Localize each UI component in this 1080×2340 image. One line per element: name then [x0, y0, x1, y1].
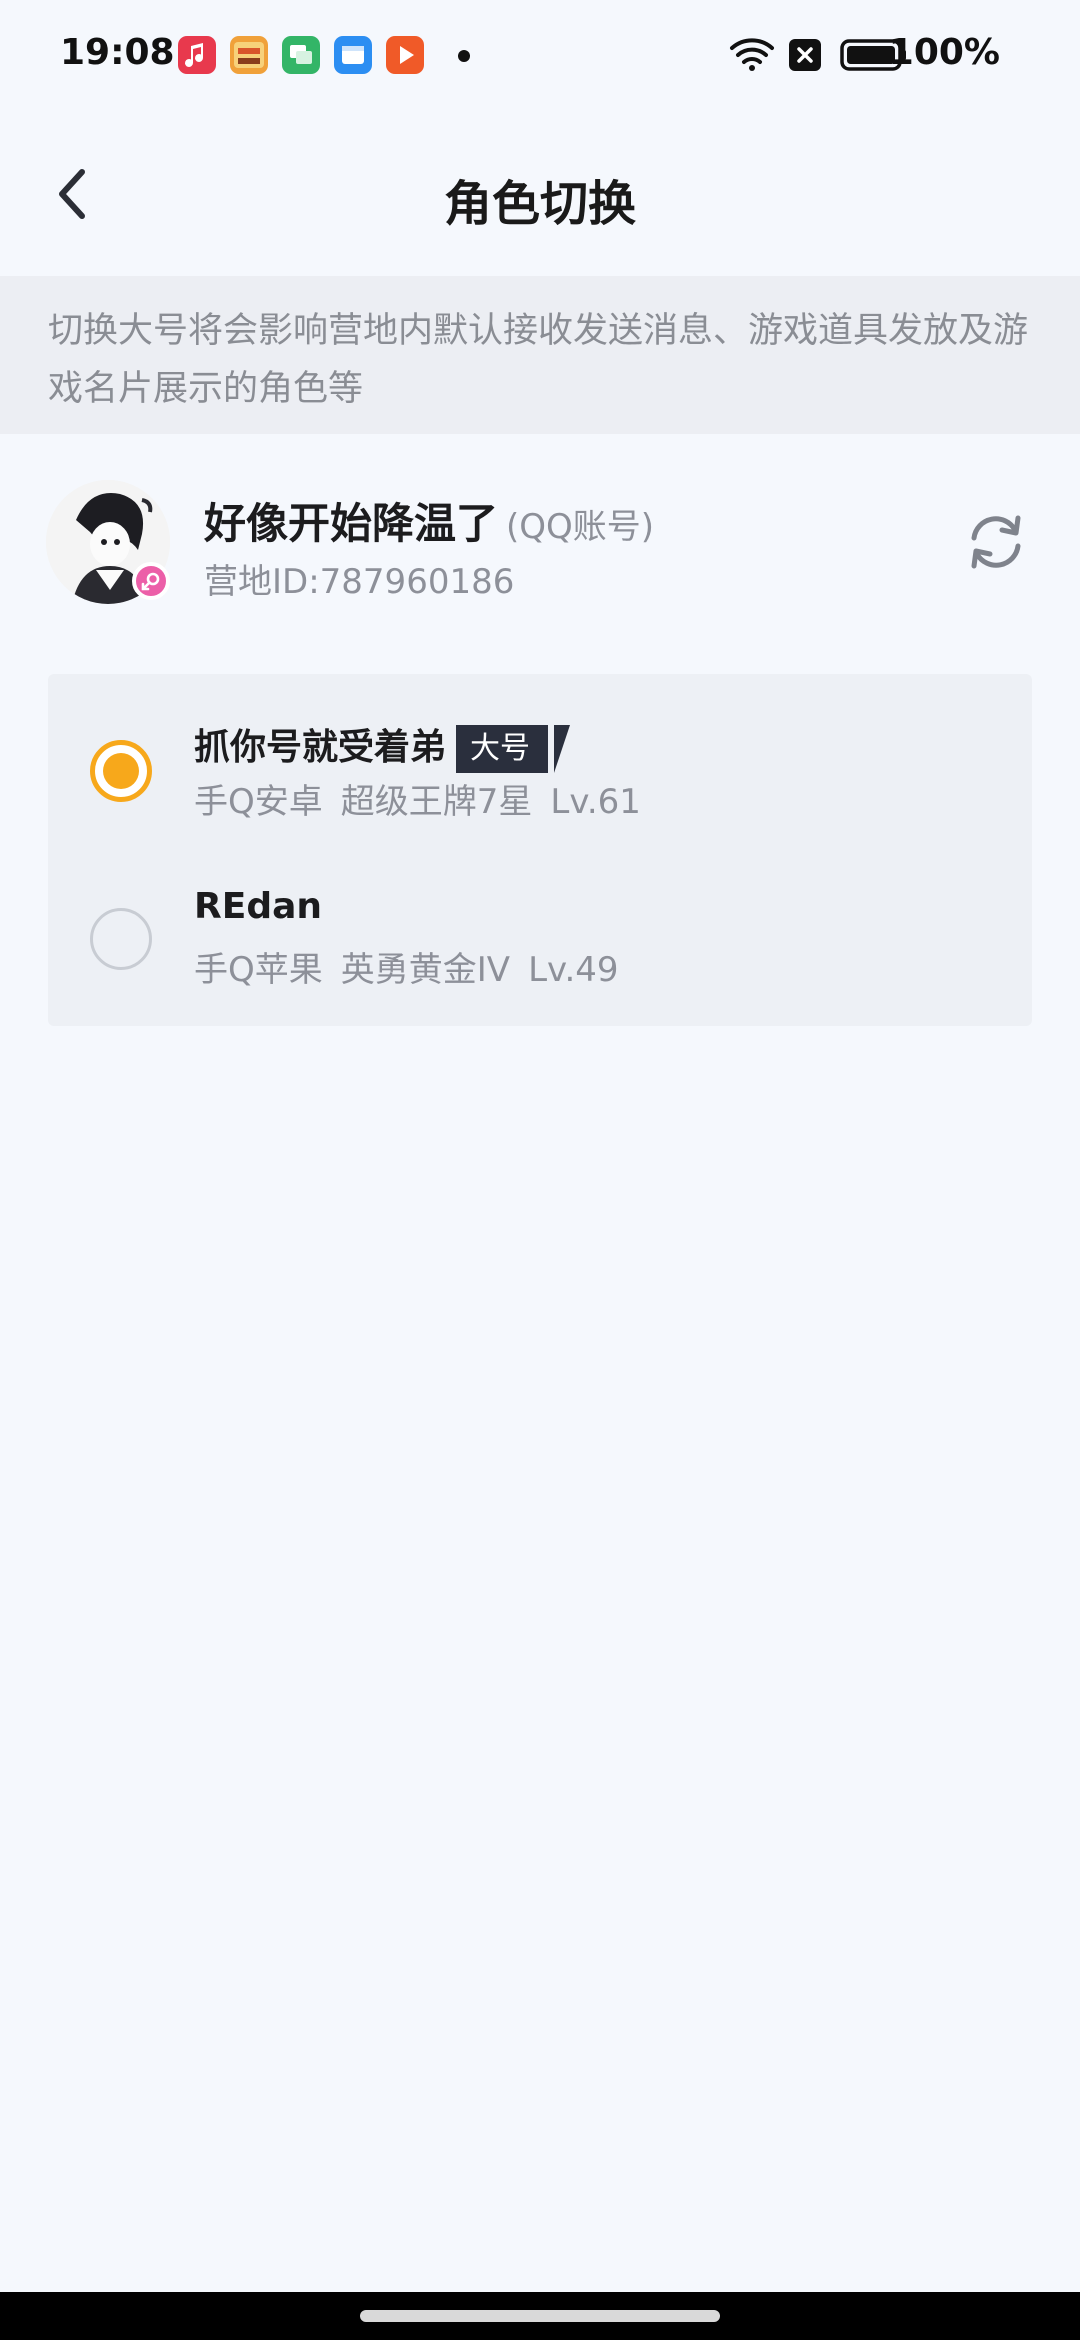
role-name-text: 抓你号就受着弟: [194, 727, 447, 768]
account-card: 好像开始降温了 (QQ账号) 营地ID:787960186: [0, 434, 1080, 644]
role-name: 抓你号就受着弟 大号: [194, 718, 571, 773]
home-indicator[interactable]: [360, 2310, 720, 2322]
wifi-icon: [730, 38, 774, 71]
notification-dot: [458, 50, 470, 62]
role-option-2[interactable]: REdan 手Q苹果 英勇黄金IV Lv.49: [48, 842, 1032, 1010]
role-rank: 英勇黄金IV: [340, 950, 511, 990]
radio-selected[interactable]: [90, 740, 152, 802]
switch-account-button[interactable]: [960, 506, 1032, 578]
nickname-text: 好像开始降温了: [204, 499, 499, 548]
role-level: Lv.49: [528, 950, 619, 990]
status-time: 19:08: [60, 32, 175, 73]
page-title: 角色切换: [443, 176, 636, 232]
role-platform: 手Q安卓: [194, 782, 323, 822]
battery-level: 100%: [888, 32, 1000, 73]
game-icon: [230, 36, 268, 74]
info-notice: 切换大号将会影响营地内默认接收发送消息、游戏道具发放及游戏名片展示的角色等: [0, 276, 1080, 434]
refresh-icon: [971, 515, 1021, 569]
account-nickname: 好像开始降温了 (QQ账号): [204, 490, 654, 551]
role-platform: 手Q苹果: [194, 950, 323, 990]
role-name: REdan: [194, 886, 323, 927]
video-icon: [386, 36, 424, 74]
notice-text: 切换大号将会影响营地内默认接收发送消息、游戏道具发放及游戏名片展示的角色等: [48, 311, 1029, 409]
system-nav-bar: [0, 2292, 1080, 2340]
page-header: 角色切换: [0, 112, 1080, 276]
music-icon: [178, 36, 216, 74]
files-icon: [334, 36, 372, 74]
role-list: 抓你号就受着弟 大号 手Q安卓 超级王牌7星 Lv.61 REdan 手Q苹果 英勇黄金…: [48, 674, 1032, 1026]
no-sim-icon: [789, 39, 821, 71]
camp-id: 营地ID:787960186: [204, 562, 515, 602]
role-switch-screen: 19:08 100% 角色切换 切换大号将会影响营地内默认接收发送消息、游戏道具…: [0, 0, 1080, 2340]
role-meta: 手Q安卓 超级王牌7星 Lv.61: [194, 774, 659, 823]
role-level: Lv.61: [550, 782, 641, 822]
role-meta: 手Q苹果 英勇黄金IV Lv.49: [194, 942, 637, 991]
gender-female-icon: [132, 562, 170, 600]
account-type: (QQ账号): [506, 507, 655, 547]
status-bar: 19:08 100%: [0, 0, 1080, 112]
role-rank: 超级王牌7星: [340, 782, 533, 822]
radio-unselected[interactable]: [90, 908, 152, 970]
main-account-badge: 大号: [456, 725, 571, 773]
messages-icon: [282, 36, 320, 74]
role-option-1[interactable]: 抓你号就受着弟 大号 手Q安卓 超级王牌7星 Lv.61: [48, 674, 1032, 842]
